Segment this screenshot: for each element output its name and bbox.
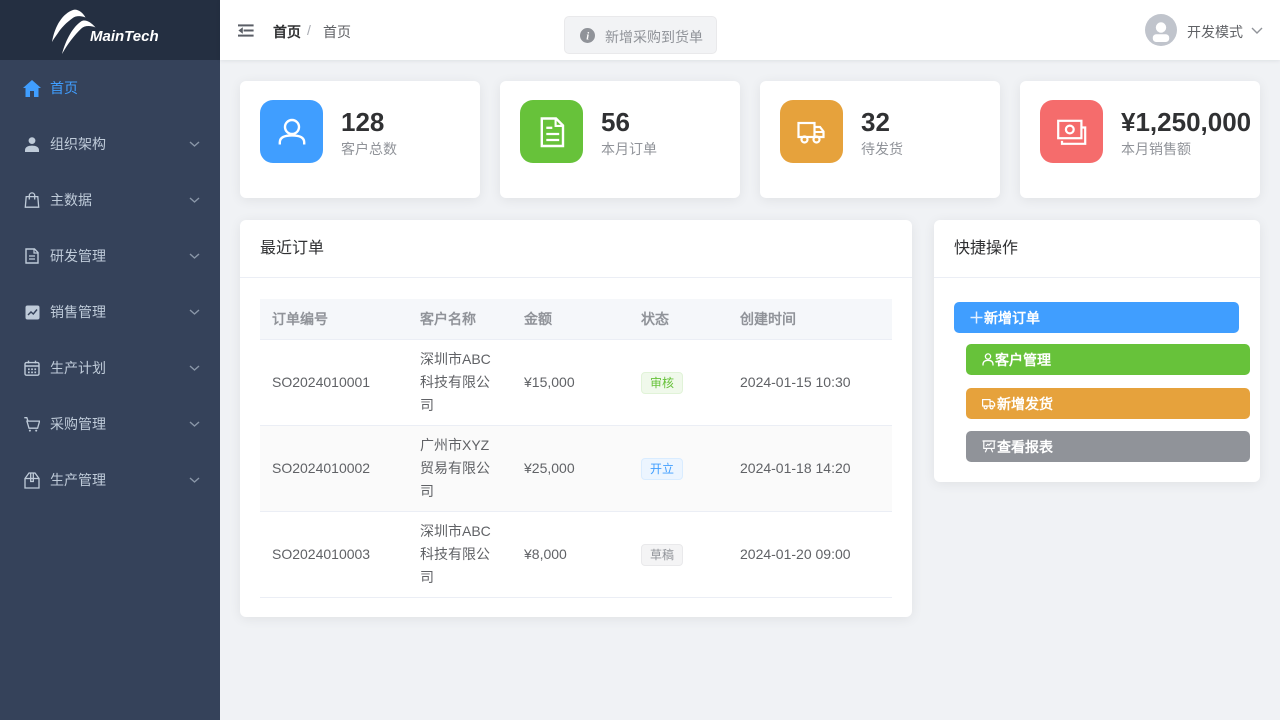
svg-text:i: i (586, 31, 589, 42)
